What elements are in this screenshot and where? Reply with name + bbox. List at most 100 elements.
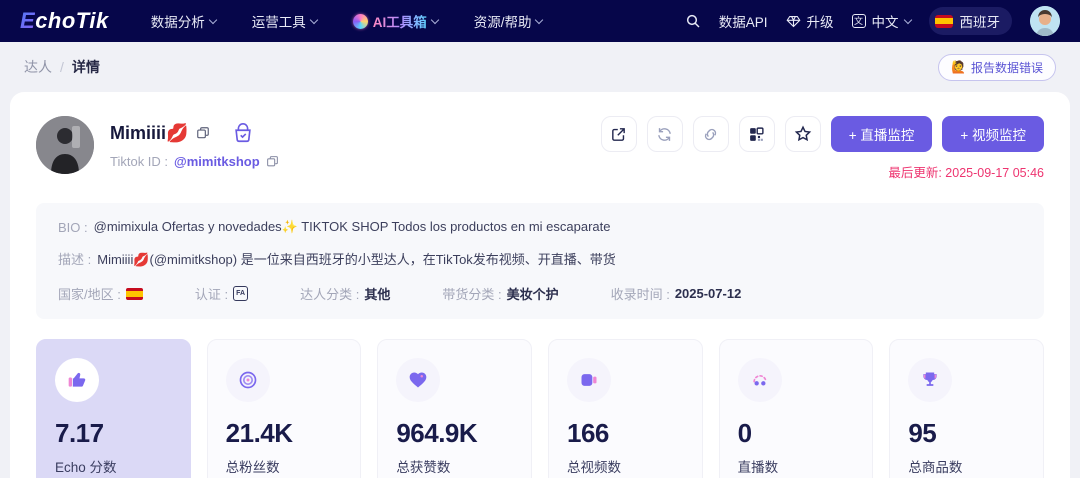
data-api-label: 数据API — [718, 15, 768, 30]
stat-value: 95 — [908, 418, 937, 448]
data-api-link[interactable]: 数据API — [719, 11, 768, 31]
echotik-logo[interactable]: EchoTik — [20, 8, 109, 34]
certification-badge-icon: FA — [233, 286, 249, 301]
chevron-down-icon — [903, 15, 912, 24]
nav-menu: 数据分析 运营工具 AI工具箱 资源/帮助 — [150, 11, 544, 31]
stat-card-videos[interactable]: 166 总视频数 平均 225.6K 人 — [548, 339, 703, 478]
stat-value: 21.4K — [225, 418, 293, 448]
nav-item-label: 资源/帮助 — [473, 15, 532, 30]
live-monitor-button[interactable]: + 直播监控 — [830, 116, 933, 152]
logo-text: choTik — [35, 8, 109, 33]
chevron-down-icon — [430, 15, 439, 24]
video-icon — [581, 374, 597, 386]
tiktok-id-label: Tiktok ID : — [110, 154, 169, 169]
meta-commerce-category: 带货分类 : 美妆个护 — [442, 287, 559, 302]
profile-header: Mimiiii💋 Tiktok ID : @mimitkshop + 直播监控 … — [36, 116, 1044, 181]
copy-name-icon[interactable] — [196, 126, 210, 140]
meta-category: 达人分类 : 其他 — [300, 287, 391, 302]
chevron-down-icon — [309, 15, 318, 24]
nav-item-data-analysis[interactable]: 数据分析 — [150, 11, 217, 31]
refresh-icon — [658, 127, 672, 141]
breadcrumb: 达人 / 详情 — [24, 57, 100, 77]
translate-icon: 文 — [851, 14, 866, 28]
external-link-icon — [612, 127, 626, 141]
stat-value: 166 — [567, 418, 609, 448]
chevron-down-icon — [208, 15, 217, 24]
refresh-button[interactable] — [646, 116, 683, 152]
nav-item-label: 运营工具 — [251, 15, 306, 30]
kiss-emoji: 💋 — [166, 122, 189, 143]
logo-letter: E — [20, 8, 36, 33]
breadcrumb-row: 达人 / 详情 🙋 报告数据错误 — [0, 42, 1080, 92]
stat-value: 7.17 — [55, 418, 104, 448]
nav-right-cluster: 数据API 升级 文 中文 西班牙 — [685, 6, 1060, 36]
description-label: 描述 : — [58, 252, 92, 267]
favorite-button[interactable] — [784, 116, 821, 152]
language-switch[interactable]: 文 中文 — [851, 11, 912, 31]
nav-item-label: AI工具箱 — [373, 11, 427, 31]
tiktok-id-value[interactable]: @mimitkshop — [174, 154, 260, 169]
top-navbar: EchoTik 数据分析 运营工具 AI工具箱 资源/帮助 数据API 升级 文… — [0, 0, 1080, 42]
flag-spain-icon — [125, 287, 143, 300]
stat-label: 总获赞数 — [396, 460, 451, 475]
report-emoji-icon: 🙋 — [951, 60, 966, 74]
bio-text: @mimixula Ofertas y novedades✨ TIKTOK SH… — [93, 219, 611, 234]
nav-item-resources-help[interactable]: 资源/帮助 — [473, 11, 544, 31]
profile-photo — [36, 116, 94, 174]
qr-code-icon — [750, 126, 764, 141]
stat-card-likes[interactable]: 964.9K 总获赞数 获赞数/粉丝数: 45.12 — [377, 339, 532, 478]
search-icon[interactable] — [685, 13, 701, 29]
shop-bag-icon[interactable] — [232, 122, 254, 144]
stat-label: 总粉丝数 — [225, 460, 280, 475]
nav-item-ai-toolbox[interactable]: AI工具箱 — [352, 11, 439, 31]
upgrade-link[interactable]: 升级 — [786, 11, 834, 31]
breadcrumb-parent[interactable]: 达人 — [24, 57, 52, 77]
region-selector[interactable]: 西班牙 — [928, 7, 1012, 35]
qr-code-button[interactable] — [738, 116, 775, 152]
stat-card-echo-score[interactable]: 7.17 Echo 分数 ER互动率ⓘ:2.00% — [36, 339, 191, 478]
stat-label: 总商品数 — [908, 460, 963, 475]
stat-card-followers[interactable]: 21.4K 总粉丝数 小型 — [206, 339, 362, 478]
trophy-icon — [923, 372, 937, 386]
stat-label: Echo 分数 — [55, 460, 117, 475]
thumbs-up-icon — [68, 372, 86, 387]
upgrade-label: 升级 — [806, 15, 834, 30]
open-external-button[interactable] — [600, 116, 637, 152]
meta-country: 国家/地区 : — [58, 284, 143, 303]
breadcrumb-current: 详情 — [71, 59, 100, 75]
chevron-down-icon — [535, 15, 544, 24]
link-button[interactable] — [692, 116, 729, 152]
stats-grid: 7.17 Echo 分数 ER互动率ⓘ:2.00% 21.4K 总粉丝数 小型 … — [36, 339, 1044, 478]
user-avatar[interactable] — [1030, 6, 1060, 36]
ai-sphere-icon — [352, 13, 368, 29]
influencer-detail-card: Mimiiii💋 Tiktok ID : @mimitkshop + 直播监控 … — [10, 92, 1070, 478]
language-label: 中文 — [871, 15, 899, 30]
influencer-name: Mimiiii💋 — [110, 122, 189, 143]
meta-row: 国家/地区 : 认证 : FA 达人分类 : 其他 带货分类 : 美妆个护 收录… — [58, 284, 1022, 303]
stat-value: 0 — [737, 418, 752, 448]
bio-label: BIO : — [58, 219, 88, 235]
star-icon — [794, 125, 811, 142]
flag-spain-icon — [934, 14, 953, 28]
last-update-text: 最后更新: 2025-09-17 05:46 — [888, 166, 1044, 180]
target-icon — [239, 371, 256, 389]
stat-label: 总视频数 — [567, 460, 621, 475]
link-icon — [705, 128, 717, 140]
nav-item-label: 数据分析 — [150, 15, 205, 30]
breadcrumb-separator: / — [60, 59, 64, 75]
region-label: 西班牙 — [959, 15, 1001, 30]
report-data-error-button[interactable]: 🙋 报告数据错误 — [938, 53, 1056, 81]
bio-section: BIO : @mimixula Ofertas y novedades✨ TIK… — [36, 203, 1044, 319]
report-label: 报告数据错误 — [970, 60, 1043, 75]
stat-card-products[interactable]: 95 总商品数 — [889, 339, 1044, 478]
description-text: Mimiiii💋(@mimitkshop) 是一位来自西班牙的小型达人，在Tik… — [97, 252, 616, 267]
heart-icon — [409, 372, 427, 388]
copy-id-icon[interactable] — [266, 155, 279, 168]
stat-value: 964.9K — [396, 418, 478, 448]
video-monitor-button[interactable]: + 视频监控 — [942, 116, 1044, 152]
meta-indexed-date: 收录时间 : 2025-07-12 — [610, 286, 742, 302]
nav-item-operation-tools[interactable]: 运营工具 — [251, 11, 318, 31]
profile-actions: + 直播监控 + 视频监控 — [600, 116, 1044, 152]
stat-card-lives[interactable]: 0 直播数 平均 0 人 — [718, 339, 874, 478]
live-icon — [752, 375, 767, 386]
